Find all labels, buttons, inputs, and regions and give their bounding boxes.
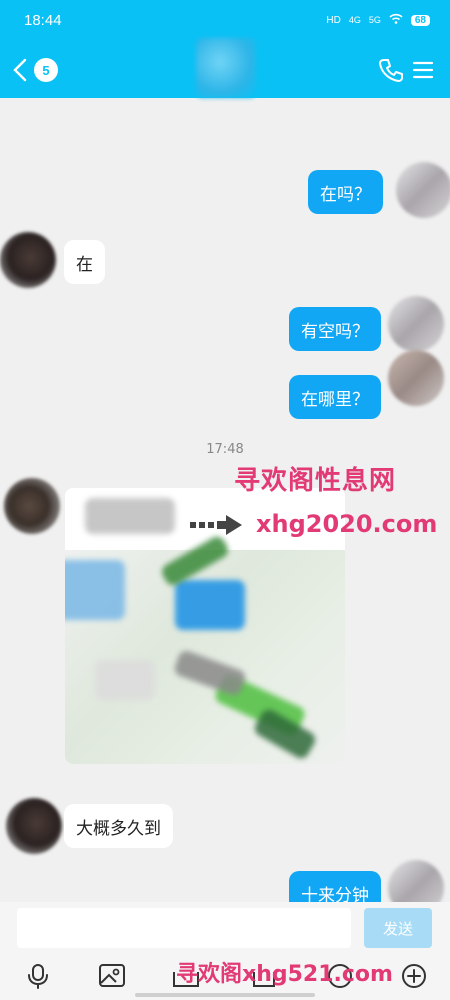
wifi-icon xyxy=(389,13,403,27)
send-button[interactable]: 发送 xyxy=(364,908,432,948)
message-bubble[interactable]: 大概多久到 xyxy=(64,804,173,848)
message-bubble[interactable]: 有空吗？ xyxy=(289,307,381,351)
location-title-blur xyxy=(85,498,175,534)
watermark-title: 寻欢阁性息网 xyxy=(234,466,397,496)
my-avatar[interactable] xyxy=(388,350,444,406)
contact-avatar[interactable] xyxy=(196,38,256,98)
message-bubble[interactable]: 在吗？ xyxy=(308,170,383,214)
chat-header: 18:44 HD 4G 5G 68 5 xyxy=(0,0,450,98)
message-timestamp: 17:48 xyxy=(206,442,244,457)
microphone-icon[interactable] xyxy=(24,962,52,990)
contact-avatar[interactable] xyxy=(0,232,56,288)
unread-badge: 5 xyxy=(34,58,58,82)
5g-signal-icon: 5G xyxy=(368,15,381,25)
map-region xyxy=(175,580,245,630)
contact-avatar[interactable] xyxy=(6,798,62,854)
map-region xyxy=(172,648,248,698)
message-bubble[interactable]: 在哪里？ xyxy=(289,375,381,419)
back-button[interactable]: 5 xyxy=(12,56,62,84)
plus-icon[interactable] xyxy=(400,962,428,990)
watermark-bottom: 寻欢阁xhg521.com xyxy=(176,962,393,987)
contact-avatar[interactable] xyxy=(4,478,60,534)
phone-icon[interactable] xyxy=(378,57,404,83)
map-preview xyxy=(65,533,345,764)
map-region xyxy=(95,660,155,700)
hd-indicator: HD xyxy=(326,14,341,26)
4g-signal-icon: 4G xyxy=(348,15,361,25)
status-icons: HD 4G 5G 68 xyxy=(326,13,430,27)
menu-icon[interactable] xyxy=(412,59,434,81)
map-region xyxy=(65,560,125,620)
watermark-url: xhg2020.com xyxy=(256,510,438,538)
my-avatar[interactable] xyxy=(396,162,450,218)
message-input[interactable] xyxy=(17,908,351,948)
my-avatar[interactable] xyxy=(388,296,444,352)
battery-icon: 68 xyxy=(410,14,430,26)
image-icon[interactable] xyxy=(98,962,126,990)
chevron-left-icon xyxy=(13,58,27,82)
message-bubble[interactable]: 在 xyxy=(64,240,105,284)
home-indicator[interactable] xyxy=(135,993,315,997)
status-time: 18:44 xyxy=(24,12,62,29)
arrow-right-icon xyxy=(190,515,242,535)
